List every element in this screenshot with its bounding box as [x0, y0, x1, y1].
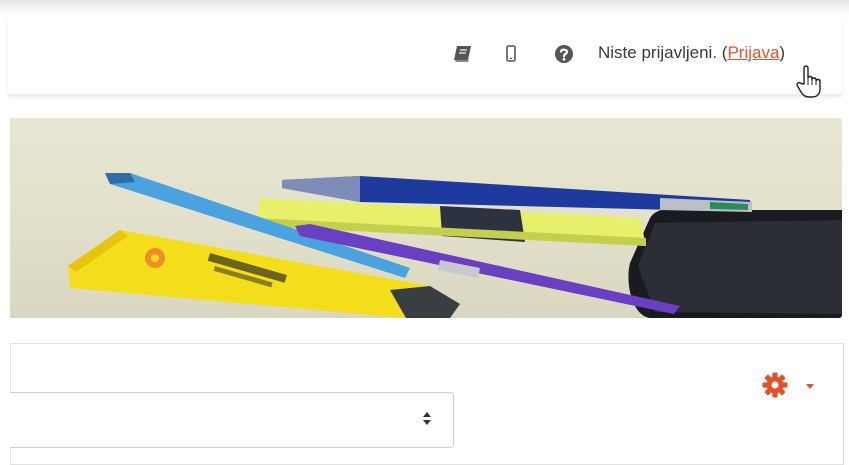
- help-icon[interactable]: [554, 44, 574, 69]
- login-status-text: Niste prijavljeni. (: [598, 43, 728, 62]
- window-top-edge: [0, 0, 849, 18]
- select-updown-icon: [421, 409, 433, 432]
- gear-icon: [760, 370, 790, 400]
- login-status: Niste prijavljeni. (Prijava): [598, 43, 785, 63]
- course-banner-image: [10, 118, 842, 318]
- hand-cursor-icon: [796, 64, 822, 100]
- course-select[interactable]: [10, 392, 454, 448]
- book-icon[interactable]: [452, 44, 474, 69]
- login-status-close: ): [779, 43, 786, 62]
- login-link[interactable]: Prijava: [727, 43, 779, 62]
- mobile-icon[interactable]: [505, 45, 517, 68]
